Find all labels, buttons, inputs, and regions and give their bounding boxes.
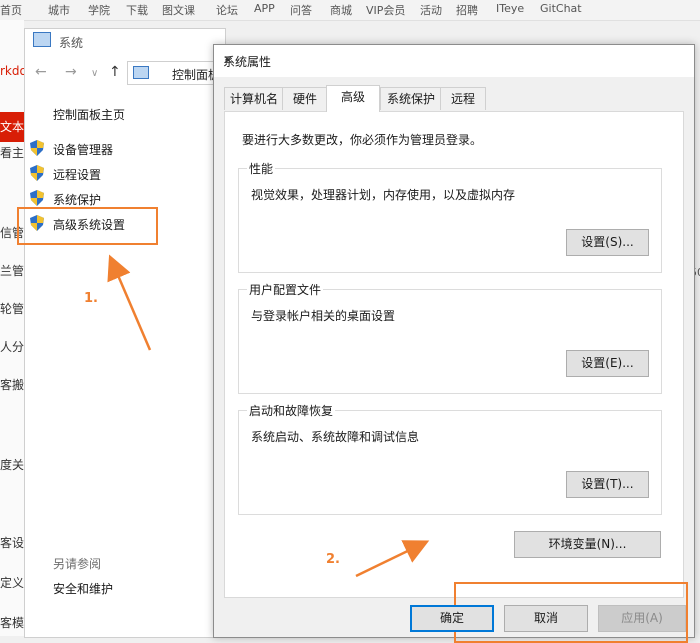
- up-arrow-icon[interactable]: ↑: [109, 64, 121, 80]
- tab-hardware[interactable]: 硬件: [282, 87, 328, 110]
- bg-item: 轮管: [0, 302, 24, 316]
- dialog-title-bar: 系统属性 ✕: [214, 45, 694, 77]
- back-arrow-icon[interactable]: ←: [35, 64, 47, 80]
- shield-icon: [30, 140, 44, 156]
- shield-icon: [30, 190, 44, 206]
- bg-nav-item: VIP会员: [366, 4, 406, 17]
- bg-item: 定义: [0, 576, 24, 590]
- bg-nav-item: GitChat: [540, 2, 582, 15]
- shield-icon: [30, 165, 44, 181]
- bg-nav-item: 图文课: [162, 4, 195, 17]
- bg-nav-item: ITeye: [496, 2, 525, 15]
- advanced-panel: 要进行大多数更改，你必须作为管理员登录。 性能 视觉效果，处理器计划，内存使用，…: [224, 111, 688, 643]
- performance-label: 性能: [247, 160, 276, 177]
- startup-recovery-group: 启动和故障恢复 系统启动、系统故障和调试信息 设置(T)...: [238, 402, 662, 515]
- system-properties-dialog: 系统属性 ✕ 计算机名 硬件 高级 系统保护 远程 要进行大多数更改，你必须作为…: [213, 44, 695, 643]
- tab-advanced[interactable]: 高级: [326, 85, 380, 112]
- monitor-icon: [133, 66, 149, 79]
- bg-red-button: 文本: [0, 112, 24, 142]
- startup-recovery-label: 启动和故障恢复: [247, 402, 336, 419]
- user-profiles-group: 用户配置文件 与登录帐户相关的桌面设置 设置(E)...: [238, 281, 662, 394]
- bg-nav-item: 城市: [48, 4, 70, 17]
- background-page-left: rkdo 文本 看主 信管 兰管 轮管 人分 客搬 度关 客设 定义 客模块管理: [0, 20, 60, 636]
- security-maintenance-link[interactable]: 安全和维护: [53, 580, 113, 597]
- apply-button[interactable]: 应用(A): [598, 605, 686, 632]
- tab-remote[interactable]: 远程: [440, 87, 486, 110]
- bg-nav-item: 首页: [0, 4, 22, 17]
- device-manager-link[interactable]: 设备管理器: [53, 141, 113, 158]
- computer-icon: [33, 32, 51, 47]
- annotation-step2-label: 2.: [326, 552, 340, 567]
- chevron-down-icon[interactable]: ∨: [91, 68, 98, 79]
- bg-nav-item: 论坛: [216, 4, 238, 17]
- bg-item: 客设: [0, 536, 24, 550]
- bg-nav-item: 下载: [126, 4, 148, 17]
- user-profiles-description: 与登录帐户相关的桌面设置: [251, 309, 396, 323]
- startup-recovery-description: 系统启动、系统故障和调试信息: [251, 430, 420, 444]
- close-icon[interactable]: ✕: [223, 53, 682, 67]
- system-window: 系统 ← → ∨ ↑ 控制面板 控制面板主页 设备管理器 远程设置 系统保护 高…: [17, 28, 229, 638]
- admin-hint: 要进行大多数更改，你必须作为管理员登录。: [242, 133, 483, 147]
- bg-item: 度关: [0, 458, 24, 472]
- performance-settings-button[interactable]: 设置(S)...: [566, 229, 649, 256]
- bg-item: rkdo: [0, 64, 24, 78]
- forward-arrow-icon[interactable]: →: [65, 64, 77, 80]
- bg-nav-item: 活动: [420, 4, 442, 17]
- bg-nav-item: 商城: [330, 4, 352, 17]
- bg-nav-item: 招聘: [456, 4, 478, 17]
- performance-group: 性能 视觉效果，处理器计划，内存使用，以及虚拟内存 设置(S)...: [238, 160, 662, 273]
- annotation-step1-label: 1.: [84, 291, 98, 306]
- bg-nav-item: APP: [254, 2, 275, 15]
- bg-item: 客搬: [0, 378, 24, 392]
- startup-recovery-settings-button[interactable]: 设置(T)...: [566, 471, 649, 498]
- bg-item: 人分: [0, 340, 24, 354]
- ok-button[interactable]: 确定: [410, 605, 494, 632]
- see-also-label: 另请参阅: [53, 557, 102, 571]
- user-profiles-label: 用户配置文件: [247, 281, 324, 298]
- performance-description: 视觉效果，处理器计划，内存使用，以及虚拟内存: [251, 188, 516, 202]
- tab-computer-name[interactable]: 计算机名: [224, 87, 284, 110]
- control-panel-home-link[interactable]: 控制面板主页: [53, 106, 125, 123]
- cancel-button[interactable]: 取消: [504, 605, 588, 632]
- background-browser-bar: 首页 城市 学院 下载 图文课 论坛 APP 问答 商城 VIP会员 活动 招聘…: [0, 0, 700, 21]
- window-title: 系统: [59, 36, 84, 50]
- annotation-highlight-box: [17, 207, 158, 245]
- bg-nav-item: 问答: [290, 4, 312, 17]
- user-profiles-settings-button[interactable]: 设置(E)...: [566, 350, 649, 377]
- navigation-bar: ← → ∨ ↑ 控制面板: [25, 59, 229, 87]
- bg-nav-item: 学院: [88, 4, 110, 17]
- tab-system-protection[interactable]: 系统保护: [380, 87, 442, 110]
- bg-item: 看主: [0, 146, 24, 160]
- bg-item: 兰管: [0, 264, 24, 278]
- system-protection-link[interactable]: 系统保护: [53, 191, 101, 208]
- environment-variables-button[interactable]: 环境变量(N)...: [514, 531, 661, 558]
- remote-settings-link[interactable]: 远程设置: [53, 166, 101, 183]
